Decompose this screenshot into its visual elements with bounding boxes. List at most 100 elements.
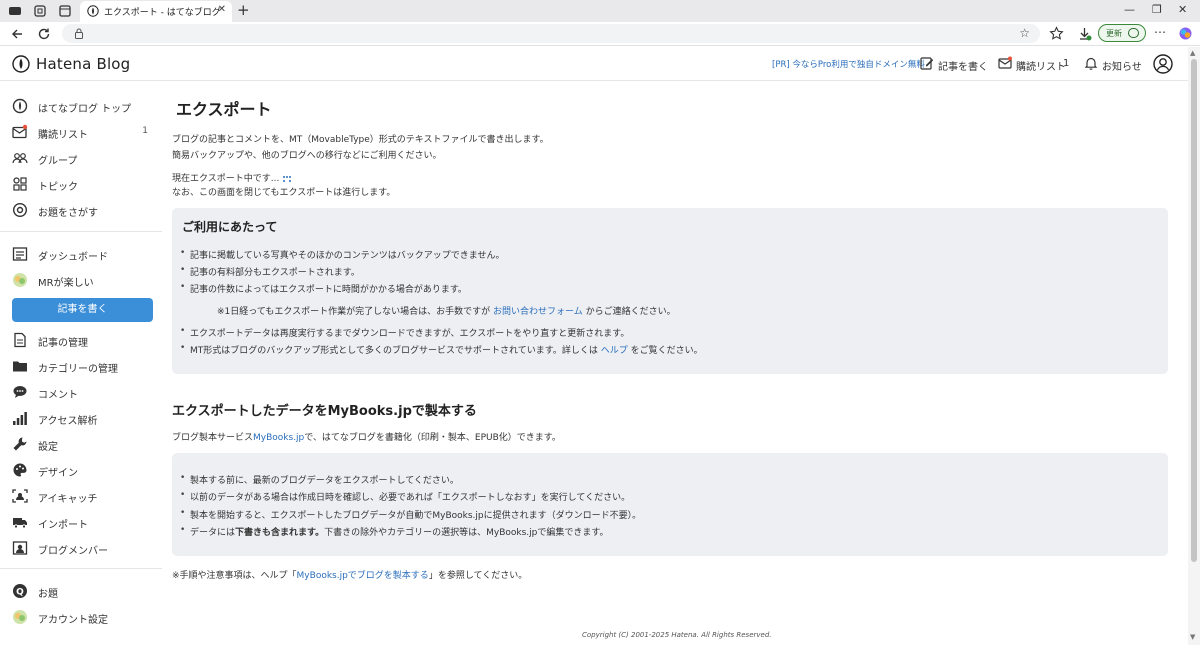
minimize-icon[interactable]: — (1124, 3, 1135, 16)
comment-icon (13, 386, 27, 398)
header-reading-list[interactable]: 購読リスト 1 (998, 56, 1070, 73)
lock-icon (75, 28, 83, 39)
sidebar-item-find-odai[interactable]: お題をさがす (12, 200, 152, 220)
tab-actions-icon[interactable] (58, 4, 72, 18)
downloads-icon[interactable] (1077, 26, 1092, 41)
page-scrollbar[interactable]: ▲ ▼ (1188, 47, 1200, 645)
notice-item: エクスポートデータは再度実行するまでダウンロードできますが、エクスポートをやり直… (180, 326, 629, 339)
reload-icon[interactable] (37, 27, 51, 41)
notice-title: ご利用にあたって (182, 220, 278, 234)
window-close-icon[interactable]: ✕ (1178, 3, 1187, 16)
favorite-star-icon[interactable]: ☆ (1019, 26, 1030, 40)
sidebar-item-categories[interactable]: カテゴリーの管理 (12, 356, 152, 376)
mybooks-item: 製本する前に、最新のブログデータをエクスポートしてください。 (180, 473, 459, 486)
scroll-down-icon[interactable]: ▼ (1190, 633, 1195, 641)
sidebar-item-blog[interactable]: MRが楽しい (12, 270, 152, 290)
bell-icon (1084, 57, 1098, 70)
odai-icon: Q (13, 584, 27, 598)
sidebar-item-odai[interactable]: Q お題 (12, 581, 152, 601)
notice-item: 記事の有料部分もエクスポートされます。 (180, 265, 360, 278)
mail-icon (12, 124, 28, 139)
sidebar-item-design[interactable]: デザイン (12, 460, 152, 480)
sidebar-item-analytics[interactable]: アクセス解析 (12, 408, 152, 428)
sidebar-item-manage-entries[interactable]: 記事の管理 (12, 330, 152, 350)
status-line-2: なお、この画面を閉じてもエクスポートは進行します。 (172, 188, 396, 198)
user-avatar-icon[interactable] (1153, 54, 1173, 74)
dashboard-icon (12, 247, 28, 261)
sidebar-item-group[interactable]: グループ (12, 148, 152, 168)
contact-form-link[interactable]: お問い合わせフォーム (493, 307, 583, 317)
active-tab[interactable]: エクスポート - はてなブログ ✕ (80, 1, 232, 22)
hatena-icon (12, 98, 28, 114)
loading-icon (283, 175, 292, 182)
account-avatar (13, 610, 27, 624)
more-menu-icon[interactable]: ⋯ (1154, 25, 1169, 40)
main-content: エクスポート ブログの記事とコメントを、MT（MovableType）形式のテキ… (162, 82, 1188, 645)
mybooks-help-link[interactable]: MyBooks.jpでブログを製本する (297, 571, 429, 581)
tab-close-icon[interactable]: ✕ (218, 4, 226, 15)
mybooks-footnote: ※手順や注意事項は、ヘルプ「MyBooks.jpでブログを製本する」を参照してく… (172, 571, 528, 581)
maximize-icon[interactable]: ❐ (1152, 3, 1162, 16)
mybooks-link[interactable]: MyBooks.jp (253, 433, 304, 443)
sidebar-item-members[interactable]: ブログメンバー (12, 538, 152, 558)
notice-item: MT形式はブログのバックアップ形式として多くのブログサービスでサポートされていま… (180, 343, 703, 356)
notice-item: 記事に掲載している写真やそのほかのコンテンツはバックアップできません。 (180, 248, 504, 261)
mybooks-description: ブログ製本サービスMyBooks.jpで、はてなブログを書籍化（印刷・製本、EP… (172, 433, 561, 443)
truck-icon (13, 518, 27, 529)
workspaces-icon[interactable] (33, 4, 47, 18)
help-link[interactable]: ヘルプ (601, 346, 628, 356)
scroll-thumb[interactable] (1191, 59, 1197, 562)
mybooks-title: エクスポートしたデータをMyBooks.jpで製本する (172, 404, 477, 419)
browser-toolbar: ☆ 更新 ⋯ (0, 22, 1200, 46)
sidebar-item-hatena-top[interactable]: はてなブログ トップ (12, 96, 152, 116)
document-icon (14, 332, 26, 348)
wrench-icon (13, 437, 27, 451)
sidebar-write-button[interactable]: 記事を書く (12, 298, 153, 322)
intro-line-2: 簡易バックアップや、他のブログへの移行などにご利用ください。 (172, 151, 442, 161)
topic-icon (13, 177, 27, 191)
copyright: Copyright (C) 2001-2025 Hatena. All Righ… (582, 631, 772, 639)
favorites-icon[interactable] (1049, 26, 1064, 41)
hatena-logo-icon[interactable] (12, 55, 30, 73)
reading-list-count: 1 (142, 126, 148, 136)
header-notifications[interactable]: お知らせ (1084, 56, 1142, 73)
sidebar-divider (0, 231, 162, 232)
scroll-up-icon[interactable]: ▲ (1190, 49, 1195, 57)
update-button[interactable]: 更新 (1098, 24, 1146, 42)
eyecatch-icon (12, 489, 28, 503)
palette-icon (13, 463, 27, 477)
address-bar[interactable]: ☆ (62, 24, 1040, 43)
member-icon (12, 541, 28, 555)
sidebar: はてなブログ トップ 購読リスト 1 グループ トピック お題をさがす ダッシュ… (0, 82, 162, 645)
sidebar-item-reading-list[interactable]: 購読リスト 1 (12, 122, 152, 142)
logo-text[interactable]: Hatena Blog (36, 55, 130, 73)
sidebar-item-eyecatch[interactable]: アイキャッチ (12, 486, 152, 506)
profile-icon[interactable] (8, 4, 22, 18)
sidebar-item-dashboard[interactable]: ダッシュボード (12, 244, 152, 264)
notice-box: ご利用にあたって 記事に掲載している写真やそのほかのコンテンツはバックアップでき… (172, 208, 1168, 374)
pr-link[interactable]: [PR] 今ならPro利用で独自ドメイン無料 (772, 58, 925, 70)
sidebar-item-comments[interactable]: コメント (12, 382, 152, 402)
mail-icon (998, 56, 1012, 69)
sidebar-item-topic[interactable]: トピック (12, 174, 152, 194)
header-write-button[interactable]: 記事を書く (920, 56, 988, 73)
new-tab-icon[interactable]: + (237, 2, 250, 18)
mybooks-item: 以前のデータがある場合は作成日時を確認し、必要であれば「エクスポートしなおす」を… (180, 490, 630, 503)
status-line-1: 現在エクスポート中です... (172, 171, 292, 184)
sidebar-divider (0, 568, 162, 569)
tab-title: エクスポート - はてなブログ (104, 8, 221, 18)
back-icon[interactable] (10, 27, 24, 41)
copilot-icon[interactable] (1178, 26, 1193, 41)
folder-icon (13, 361, 27, 372)
intro-line-1: ブログの記事とコメントを、MT（MovableType）形式のテキストファイルで… (172, 135, 549, 145)
page-title: エクスポート (176, 100, 272, 119)
sidebar-item-account[interactable]: アカウント設定 (12, 607, 152, 627)
notice-subnote: ※1日経ってもエクスポート作業が完了しない場合は、お手数ですが お問い合わせフォ… (217, 307, 676, 317)
sidebar-item-import[interactable]: インポート (12, 512, 152, 532)
sidebar-item-settings[interactable]: 設定 (12, 434, 152, 454)
edit-icon (920, 57, 934, 70)
svg-text:Q: Q (16, 588, 24, 598)
group-icon (12, 153, 28, 164)
at-icon (12, 202, 28, 218)
notice-item: 記事の件数によってはエクスポートに時間がかかる場合があります。 (180, 282, 467, 295)
